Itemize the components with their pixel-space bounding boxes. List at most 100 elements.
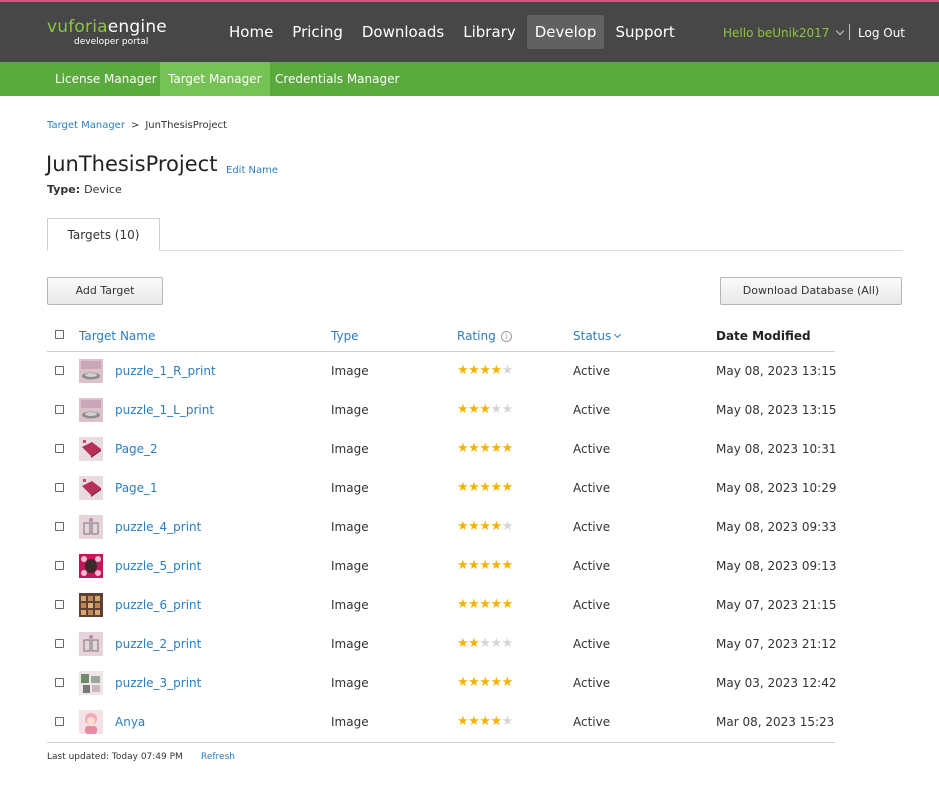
target-name-link[interactable]: puzzle_1_L_print: [115, 403, 214, 417]
star-icon: ★: [490, 363, 502, 378]
target-name-link[interactable]: Page_2: [115, 442, 158, 456]
tab-targets[interactable]: Targets (10): [47, 218, 160, 251]
logo-brand: vuforia: [47, 17, 108, 37]
target-thumbnail[interactable]: [79, 515, 103, 539]
star-icon: ★: [468, 714, 480, 729]
info-icon[interactable]: i: [500, 331, 512, 342]
add-target-button[interactable]: Add Target: [47, 277, 163, 305]
star-icon: ★: [479, 714, 491, 729]
col-type[interactable]: Type: [331, 329, 359, 343]
nav-home[interactable]: Home: [221, 15, 281, 49]
target-type: Image: [331, 559, 369, 573]
refresh-link[interactable]: Refresh: [201, 752, 235, 762]
table-row[interactable]: puzzle_6_print Image ★★★★★ Active May 07, 20…: [47, 586, 836, 625]
target-name-link[interactable]: Anya: [115, 715, 145, 729]
nav-downloads[interactable]: Downloads: [354, 15, 452, 49]
star-icon: ★: [490, 597, 502, 612]
row-checkbox[interactable]: [55, 600, 64, 609]
table-row[interactable]: puzzle_2_print Image ★★★★★ Active May 07, 20…: [47, 625, 837, 664]
star-icon: ★: [457, 363, 469, 378]
sub-navbar: License Manager Target Manager Credentia…: [0, 62, 939, 96]
star-icon: ★: [490, 558, 502, 573]
star-icon: ★: [457, 441, 469, 456]
target-thumbnail[interactable]: [79, 398, 103, 422]
star-icon: ★: [501, 636, 514, 651]
target-status: Active: [573, 676, 611, 690]
download-database-button[interactable]: Download Database (All): [720, 277, 902, 305]
star-icon: ★: [501, 363, 514, 378]
table-row[interactable]: puzzle_3_print Image ★★★★★ Active May 03, 20…: [47, 664, 836, 703]
subnav-target-manager[interactable]: Target Manager: [160, 62, 270, 96]
rating-stars: ★★★★★: [457, 481, 513, 495]
target-name-link[interactable]: puzzle_6_print: [115, 598, 201, 612]
target-name-link[interactable]: puzzle_1_R_print: [115, 364, 216, 378]
target-status: Active: [573, 637, 611, 651]
target-name-link[interactable]: puzzle_4_print: [115, 520, 201, 534]
breadcrumb-target-manager[interactable]: Target Manager: [47, 120, 125, 131]
logout-link[interactable]: Log Out: [858, 26, 905, 40]
target-thumbnail[interactable]: [79, 476, 103, 500]
target-thumbnail[interactable]: [79, 671, 103, 695]
col-rating[interactable]: Rating i: [457, 329, 512, 343]
star-icon: ★: [479, 597, 491, 612]
target-status: Active: [573, 520, 611, 534]
nav-pricing[interactable]: Pricing: [284, 15, 351, 49]
target-thumbnail[interactable]: [79, 437, 103, 461]
row-checkbox[interactable]: [55, 483, 64, 492]
star-icon: ★: [468, 363, 480, 378]
nav-develop[interactable]: Develop: [526, 15, 605, 49]
col-status[interactable]: Status: [573, 329, 622, 343]
breadcrumb-separator: >: [130, 120, 140, 131]
target-date-modified: May 07, 2023 21:12: [716, 637, 837, 651]
page-title: JunThesisProject: [46, 152, 218, 176]
table-row[interactable]: Page_1 Image ★★★★★ Active May 08, 2023 10:29: [47, 469, 836, 508]
target-status: Active: [573, 598, 611, 612]
target-type: Image: [331, 481, 369, 495]
row-checkbox[interactable]: [55, 522, 64, 531]
target-name-link[interactable]: puzzle_5_print: [115, 559, 201, 573]
nav-library[interactable]: Library: [455, 15, 523, 49]
target-name-link[interactable]: Page_1: [115, 481, 158, 495]
divider: [849, 24, 850, 40]
star-icon: ★: [501, 675, 514, 690]
edit-name-link[interactable]: Edit Name: [226, 165, 278, 176]
row-checkbox[interactable]: [55, 444, 64, 453]
select-all-checkbox[interactable]: [55, 330, 64, 339]
target-thumbnail[interactable]: [79, 359, 103, 383]
star-icon: ★: [490, 402, 502, 417]
table-row[interactable]: puzzle_1_L_print Image ★★★★★ Active May 08, …: [47, 391, 836, 430]
table-row[interactable]: puzzle_1_R_print Image ★★★★★ Active May 08, …: [47, 352, 836, 391]
target-thumbnail[interactable]: [79, 710, 103, 734]
col-target-name[interactable]: Target Name: [79, 329, 155, 343]
vuforia-logo[interactable]: vuforiaengine developer portal: [47, 17, 167, 47]
subnav-license-manager[interactable]: License Manager: [47, 62, 165, 96]
nav-support[interactable]: Support: [607, 15, 682, 49]
star-icon: ★: [457, 519, 469, 534]
rating-stars: ★★★★★: [457, 676, 513, 690]
row-checkbox[interactable]: [55, 717, 64, 726]
target-name-link[interactable]: puzzle_2_print: [115, 637, 201, 651]
row-checkbox[interactable]: [55, 366, 64, 375]
target-thumbnail[interactable]: [79, 554, 103, 578]
rating-stars: ★★★★★: [457, 442, 513, 456]
target-status: Active: [573, 481, 611, 495]
target-type: Image: [331, 598, 369, 612]
table-row[interactable]: Anya Image ★★★★★ Active Mar 08, 2023 15:23: [47, 703, 835, 742]
row-checkbox[interactable]: [55, 405, 64, 414]
star-icon: ★: [490, 480, 502, 495]
table-body: puzzle_1_R_print Image ★★★★★ Active May 08, …: [47, 352, 837, 742]
target-name-link[interactable]: puzzle_3_print: [115, 676, 201, 690]
target-date-modified: May 08, 2023 10:31: [716, 442, 837, 456]
row-checkbox[interactable]: [55, 678, 64, 687]
chevron-down-icon: [614, 330, 622, 339]
target-thumbnail[interactable]: [79, 593, 103, 617]
subnav-credentials-manager[interactable]: Credentials Manager: [267, 62, 407, 96]
star-icon: ★: [490, 441, 502, 456]
table-row[interactable]: puzzle_4_print Image ★★★★★ Active May 08, 20…: [47, 508, 836, 547]
row-checkbox[interactable]: [55, 561, 64, 570]
user-menu[interactable]: Hello beUnik2017: [723, 26, 845, 40]
table-row[interactable]: puzzle_5_print Image ★★★★★ Active May 08, 20…: [47, 547, 836, 586]
row-checkbox[interactable]: [55, 639, 64, 648]
table-row[interactable]: Page_2 Image ★★★★★ Active May 08, 2023 10:31: [47, 430, 837, 469]
target-thumbnail[interactable]: [79, 632, 103, 656]
